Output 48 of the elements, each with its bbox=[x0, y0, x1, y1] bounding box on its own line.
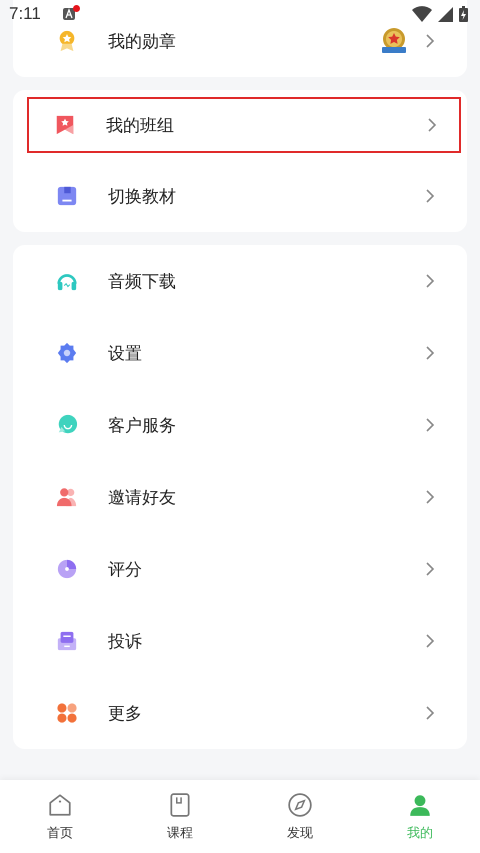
menu-item[interactable]: 更多 bbox=[13, 677, 467, 749]
chevron-icon bbox=[425, 705, 435, 721]
chevron-icon bbox=[425, 633, 435, 649]
menu-item[interactable]: 音频下载 bbox=[13, 245, 467, 317]
menu-item[interactable]: 我的勋章 bbox=[13, 28, 467, 54]
settings-icon bbox=[56, 342, 78, 364]
menu-item[interactable]: 评分 bbox=[13, 533, 467, 605]
battery-icon bbox=[459, 6, 468, 22]
chevron-icon bbox=[425, 561, 435, 577]
bookmark-icon bbox=[54, 114, 76, 136]
menu-label: 邀请好友 bbox=[108, 486, 176, 508]
menu-item[interactable]: 设置 bbox=[13, 317, 467, 389]
nav-tab[interactable]: 课程 bbox=[120, 780, 240, 853]
people-icon bbox=[56, 486, 78, 508]
chevron-icon bbox=[425, 417, 435, 433]
menu-label: 切换教材 bbox=[108, 186, 176, 208]
grid-icon bbox=[56, 702, 78, 724]
chat-bubble-icon bbox=[56, 414, 78, 436]
book-icon bbox=[56, 185, 78, 207]
wifi-icon bbox=[412, 6, 432, 22]
menu-label: 更多 bbox=[108, 702, 142, 724]
menu-item[interactable]: 切换教材 bbox=[13, 160, 467, 232]
menu-item[interactable]: 邀请好友 bbox=[13, 461, 467, 533]
chevron-icon bbox=[425, 345, 435, 361]
menu-label: 音频下载 bbox=[108, 270, 176, 292]
menu-label: 客户服务 bbox=[108, 414, 176, 436]
status-time: 7:11 bbox=[9, 4, 41, 24]
signal-icon bbox=[438, 6, 453, 22]
menu-label: 评分 bbox=[108, 558, 142, 580]
inbox-icon bbox=[56, 630, 78, 652]
menu-label: 我的班组 bbox=[106, 114, 174, 136]
chevron-icon bbox=[425, 273, 435, 289]
chevron-icon bbox=[427, 117, 437, 133]
compass-icon bbox=[287, 792, 313, 818]
notification-dot bbox=[72, 4, 80, 12]
menu-label: 设置 bbox=[108, 342, 142, 364]
menu-item[interactable]: 投诉 bbox=[13, 605, 467, 677]
menu-label: 投诉 bbox=[108, 630, 142, 652]
chevron-icon bbox=[425, 33, 435, 49]
nav-tab[interactable]: 首页 bbox=[0, 780, 120, 853]
menu-label: 我的勋章 bbox=[108, 30, 176, 52]
chevron-icon bbox=[425, 489, 435, 505]
pie-icon bbox=[56, 558, 78, 580]
menu-item[interactable]: 我的班组 bbox=[27, 97, 461, 153]
nav-tab[interactable]: 发现 bbox=[240, 780, 360, 853]
chevron-icon bbox=[425, 188, 435, 204]
home-icon bbox=[47, 792, 73, 818]
menu-item[interactable]: 客户服务 bbox=[13, 389, 467, 461]
